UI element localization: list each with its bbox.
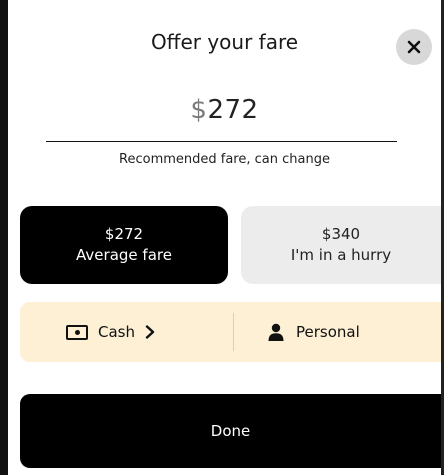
done-button[interactable]: Done <box>20 394 441 468</box>
person-icon <box>268 323 284 341</box>
fare-option-label: I'm in a hurry <box>290 246 392 264</box>
close-icon <box>407 40 421 54</box>
fare-amount: 272 <box>207 95 259 125</box>
fare-option-label: Average fare <box>76 246 172 264</box>
page-title: Offer your fare <box>150 30 299 54</box>
fare-options: $272 Average fare $340 I'm in a hurry <box>20 206 441 284</box>
fare-input[interactable]: $272 <box>8 95 441 125</box>
fare-currency: $ <box>190 95 208 125</box>
payment-bar: Cash Personal <box>20 302 441 362</box>
fare-option-price: $340 <box>321 225 361 243</box>
fare-option-hurry[interactable]: $340 I'm in a hurry <box>241 206 441 284</box>
fare-sheet: Offer your fare $272 Recommended fare, c… <box>8 0 441 475</box>
chevron-right-icon <box>145 325 155 339</box>
fare-underline <box>46 141 397 142</box>
cash-icon <box>66 324 88 340</box>
fare-option-price: $272 <box>104 225 144 243</box>
screen-frame-left <box>0 0 8 475</box>
fare-hint: Recommended fare, can change <box>119 152 330 167</box>
profile-type-label: Personal <box>296 323 360 341</box>
close-button[interactable] <box>396 29 432 65</box>
payment-method-label: Cash <box>98 323 135 341</box>
profile-type-button[interactable]: Personal <box>268 302 360 362</box>
fare-option-average[interactable]: $272 Average fare <box>20 206 228 284</box>
payment-method-button[interactable]: Cash <box>66 302 155 362</box>
payment-divider <box>233 313 234 351</box>
